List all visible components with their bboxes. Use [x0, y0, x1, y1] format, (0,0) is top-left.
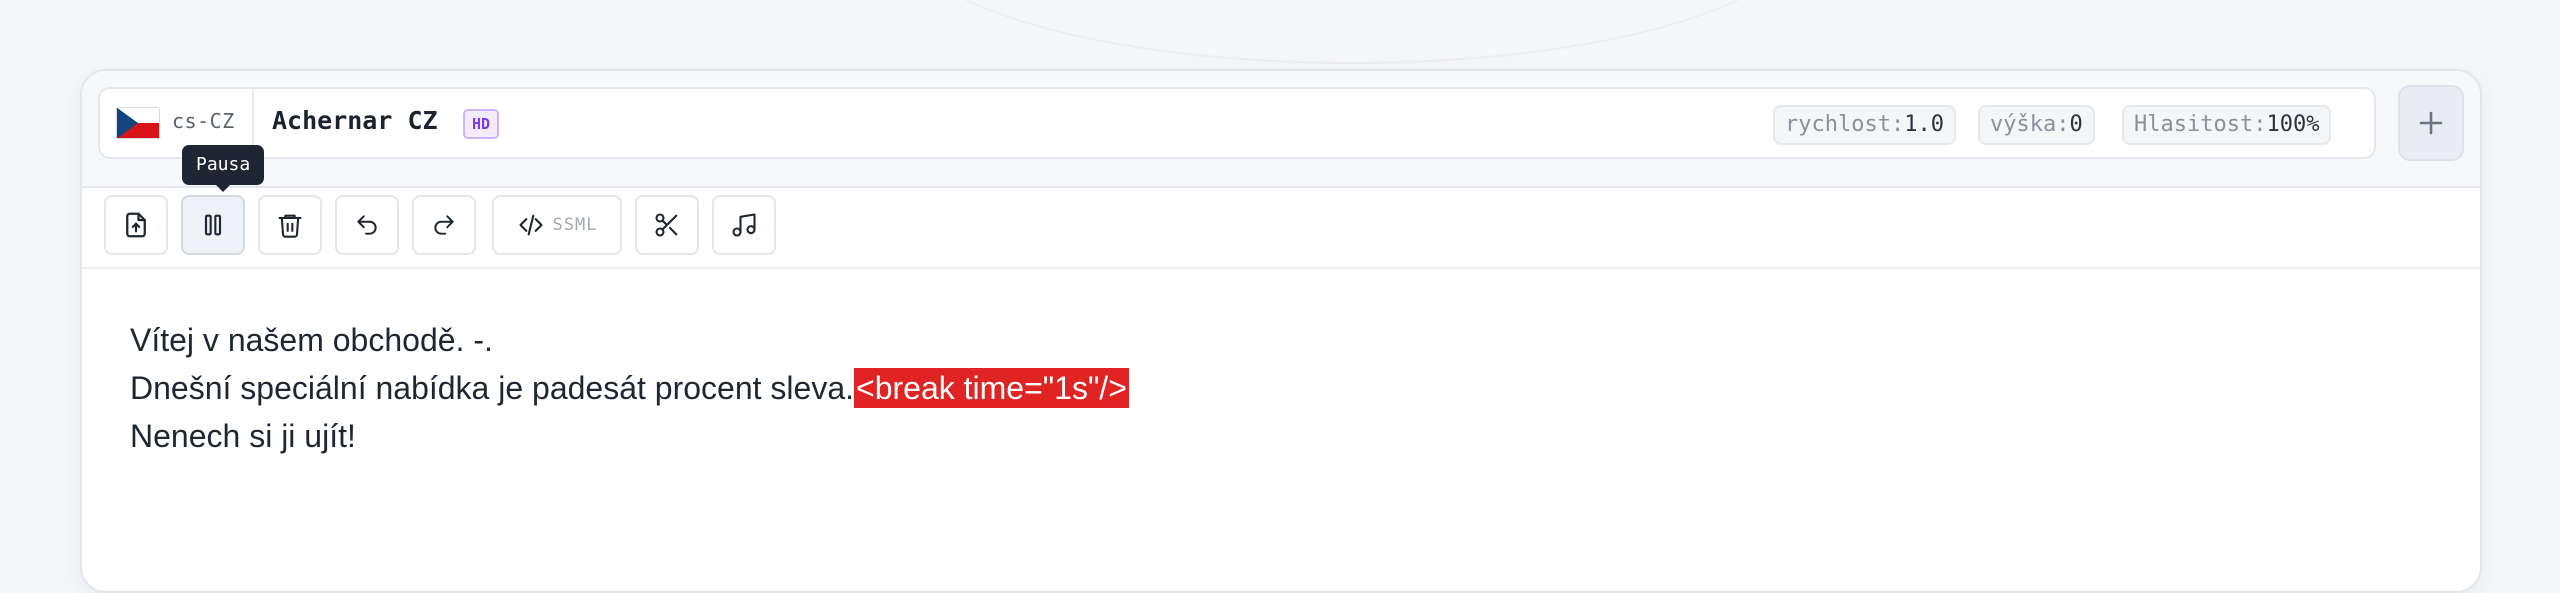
voice-selector[interactable]: cs-CZ Achernar CZ HD rychlost:1.0 výška:…	[98, 87, 2376, 159]
upload-file-icon	[126, 212, 146, 238]
editor-line-1: Vítej v našem obchodě. -.	[130, 322, 493, 358]
music-note-icon	[732, 213, 756, 237]
voice-name: Achernar CZ	[272, 106, 438, 135]
undo-icon	[357, 215, 377, 235]
trash-icon	[278, 214, 302, 238]
speed-label: rychlost:	[1785, 112, 1905, 137]
volume-label: Hlasitost:	[2134, 112, 2267, 137]
scissors-icon	[655, 213, 678, 237]
tts-editor-card: cs-CZ Achernar CZ HD rychlost:1.0 výška:…	[80, 69, 2482, 593]
redo-button[interactable]	[412, 195, 476, 255]
volume-value: 100%	[2266, 112, 2320, 137]
delete-button[interactable]	[258, 195, 322, 255]
editor-line-3: Nenech si ji ujít!	[130, 418, 356, 454]
ssml-button[interactable]: SSML	[492, 195, 622, 255]
pitch-setting[interactable]: výška:0	[1978, 105, 2095, 145]
upload-button[interactable]	[104, 195, 168, 255]
ssml-break-tag[interactable]: <break time="1s"/>	[854, 368, 1129, 408]
undo-button[interactable]	[335, 195, 399, 255]
voice-header: cs-CZ Achernar CZ HD rychlost:1.0 výška:…	[82, 71, 2480, 188]
code-icon	[518, 214, 543, 236]
text-editor[interactable]: Vítej v našem obchodě. -. Dnešní speciál…	[130, 316, 1129, 460]
pause-tooltip: Pausa	[182, 145, 265, 192]
toolbar-divider	[82, 267, 2480, 269]
volume-setting[interactable]: Hlasitost:100%	[2122, 105, 2332, 145]
hd-badge: HD	[463, 109, 500, 139]
editor-line-2: Dnešní speciální nabídka je padesát proc…	[130, 370, 855, 406]
speed-setting[interactable]: rychlost:1.0	[1773, 105, 1956, 145]
language-code: cs-CZ	[172, 109, 235, 133]
add-voice-button[interactable]	[2398, 85, 2464, 161]
pause-icon	[204, 214, 222, 236]
pitch-label: výška:	[1990, 112, 2070, 137]
pitch-value: 0	[2069, 112, 2083, 137]
cut-button[interactable]	[635, 195, 699, 255]
pause-button[interactable]	[181, 195, 245, 255]
plus-icon	[2419, 111, 2443, 135]
music-button[interactable]	[712, 195, 776, 255]
background-decoration	[900, 0, 1804, 64]
redo-icon	[434, 215, 454, 235]
czech-flag-icon	[116, 107, 160, 139]
ssml-label: SSML	[552, 215, 598, 235]
speed-value: 1.0	[1904, 112, 1944, 137]
